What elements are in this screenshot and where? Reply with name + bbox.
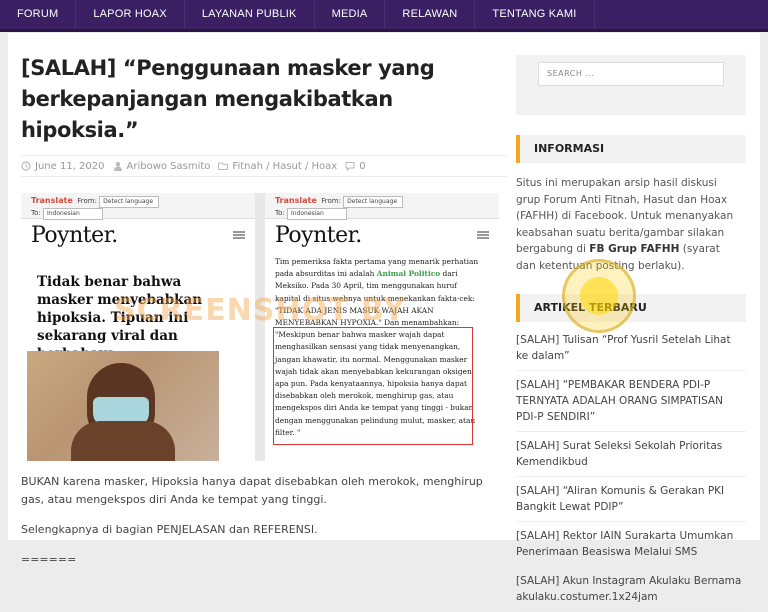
widget-title-informasi: INFORMASI [516, 135, 746, 163]
article-title: [SALAH] “Penggunaan masker yang berkepan… [21, 56, 435, 142]
recent-article-link[interactable]: [SALAH] “PEMBAKAR BENDERA PDI-P TERNYATA… [516, 371, 746, 432]
search-widget: SEARCH ... [516, 55, 746, 115]
fb-group-link[interactable]: FB Grup FAFHH [589, 243, 679, 255]
to-select: Indonesian [42, 208, 103, 220]
nav-item-media[interactable]: MEDIA [315, 0, 386, 29]
comment-icon [345, 162, 355, 171]
article-main: [SALAH] “Penggunaan masker yang berkepan… [21, 33, 507, 581]
meta-comments-count[interactable]: 0 [359, 161, 365, 172]
meta-category[interactable]: Fitnah / Hasut / Hoax [218, 161, 337, 172]
recent-article-link[interactable]: [SALAH] Akun Instagram Akulaku Bernama a… [516, 567, 746, 612]
from-label-2: From: [321, 197, 341, 205]
nav-item-lapor-hoax[interactable]: LAPOR HOAX [76, 0, 185, 29]
article-meta: June 11, 2020 Aribowo Sasmito Fitnah / H… [21, 155, 507, 177]
from-select-2: Detect language [343, 196, 404, 208]
screenshot-headline: Tidak benar bahwa masker menyebabkan hip… [37, 274, 203, 362]
turnbackhoax-badge-logo [562, 259, 636, 333]
nav-item-layanan-publik[interactable]: LAYANAN PUBLIK [185, 0, 315, 29]
clock-icon [21, 161, 31, 171]
meta-author[interactable]: Aribowo Sasmito [113, 161, 211, 172]
body-paragraph-1: BUKAN karena masker, Hipoksia hanya dapa… [21, 475, 483, 506]
top-navigation: FORUM LAPOR HOAX LAYANAN PUBLIK MEDIA RE… [0, 0, 768, 32]
translate-bar-2: Translate From: Detect language To: Indo… [265, 193, 499, 220]
informasi-text: Situs ini merupakan arsip hasil diskusi … [516, 175, 746, 274]
to-label: To: [31, 209, 41, 217]
from-select: Detect language [99, 196, 160, 208]
hamburger-icon-2 [477, 231, 489, 239]
nav-item-forum[interactable]: FORUM [0, 0, 77, 29]
hamburger-icon [233, 231, 245, 239]
search-input[interactable]: SEARCH ... [538, 62, 724, 86]
body-divider: ====== [21, 553, 77, 566]
article-screenshot-image: Translate From: Detect language To: Indo… [21, 193, 499, 461]
recent-article-link[interactable]: [SALAH] Tulisan “Prof Yusril Setelah Lih… [516, 326, 746, 371]
translate-label: Translate [31, 196, 73, 205]
masked-man-photo [27, 351, 219, 461]
recent-article-link[interactable]: [SALAH] Rektor IAIN Surakarta Umumkan Pe… [516, 522, 746, 567]
recent-article-link[interactable]: [SALAH] Surat Seleksi Sekolah Prioritas … [516, 432, 746, 477]
recent-article-link[interactable]: [SALAH] “Aliran Komunis & Gerakan PKI Ba… [516, 477, 746, 522]
photo-hands [71, 421, 175, 461]
para-highlight: Animal Politico [376, 269, 441, 279]
folder-icon [218, 162, 229, 170]
meta-author-text[interactable]: Aribowo Sasmito [127, 161, 211, 172]
screenshot-right-panel: Translate From: Detect language To: Indo… [265, 193, 499, 461]
sidebar: SEARCH ... INFORMASI Situs ini merupakan… [516, 33, 746, 612]
user-icon [113, 162, 122, 171]
screenshot-left-panel: Translate From: Detect language To: Indo… [21, 193, 255, 461]
article-body: BUKAN karena masker, Hipoksia hanya dapa… [21, 473, 507, 569]
badge-center [580, 277, 618, 315]
poynter-logo: Poynter. [31, 223, 118, 248]
to-select-2: Indonesian [286, 208, 347, 220]
translate-bar: Translate From: Detect language To: Indo… [21, 193, 255, 220]
page-container: [SALAH] “Penggunaan masker yang berkepan… [8, 33, 760, 612]
meta-date: June 11, 2020 [21, 161, 105, 172]
meta-comments[interactable]: 0 [345, 161, 366, 172]
poynter-logo-2: Poynter. [275, 223, 362, 248]
highlight-box [273, 327, 473, 445]
meta-date-text: June 11, 2020 [35, 160, 105, 172]
meta-category-text[interactable]: Fitnah / Hasut / Hoax [232, 161, 337, 172]
from-label: From: [77, 197, 97, 205]
body-paragraph-2: Selengkapnya di bagian PENJELASAN dan RE… [21, 523, 318, 536]
recent-articles-list: [SALAH] Tulisan “Prof Yusril Setelah Lih… [516, 326, 746, 612]
nav-item-relawan[interactable]: RELAWAN [385, 0, 476, 29]
to-label-2: To: [275, 209, 285, 217]
nav-item-tentang-kami[interactable]: TENTANG KAMI [475, 0, 595, 29]
translate-label-2: Translate [275, 196, 317, 205]
